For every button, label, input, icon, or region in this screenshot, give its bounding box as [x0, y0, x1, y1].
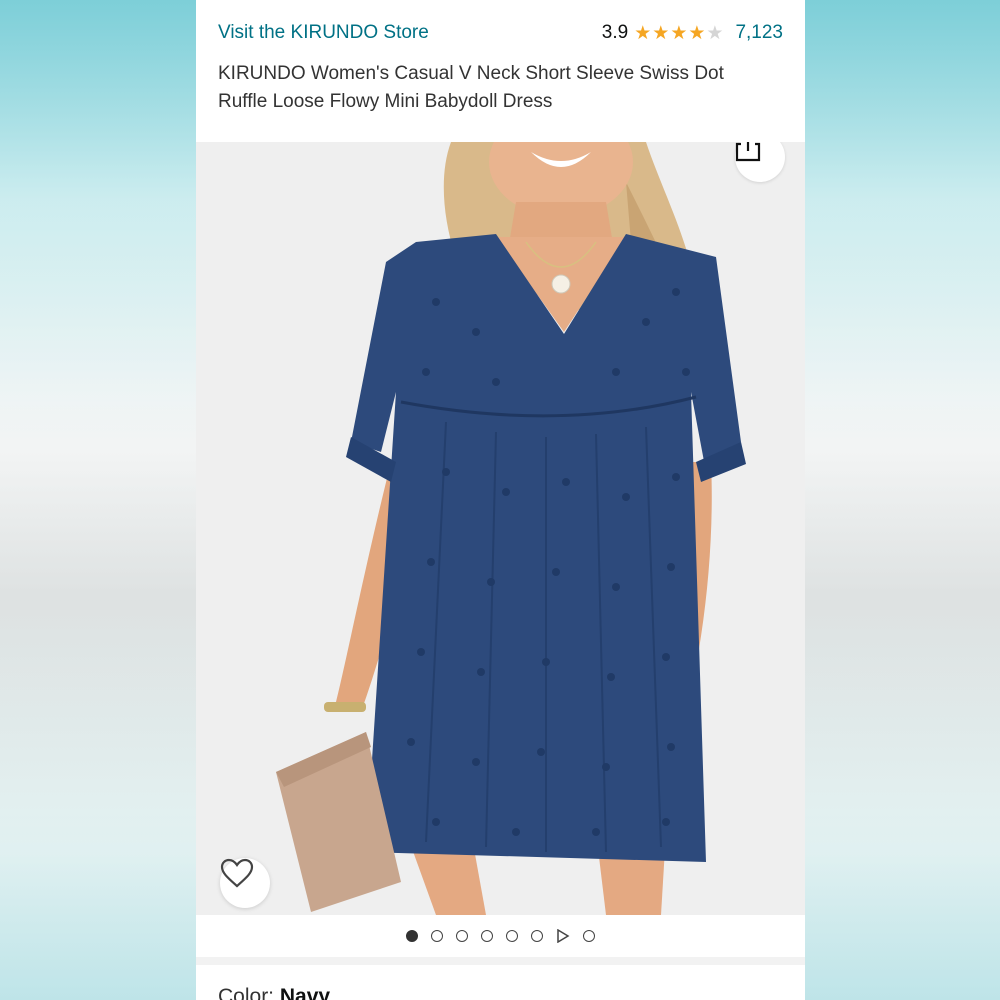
gallery-dot[interactable]	[506, 930, 518, 942]
gallery-dot[interactable]	[481, 930, 493, 942]
star-icon: ★	[652, 22, 670, 44]
color-value: Navy	[279, 985, 331, 1000]
product-image-gallery[interactable]	[196, 142, 805, 915]
gallery-pagination	[196, 915, 805, 957]
background-left	[0, 0, 196, 1000]
gallery-dot-active[interactable]	[406, 930, 418, 942]
gallery-dot[interactable]	[456, 930, 468, 942]
favorite-button[interactable]	[220, 858, 270, 908]
background-right	[804, 0, 1000, 1000]
video-play-icon[interactable]	[556, 929, 570, 943]
product-header: Visit the KIRUNDO Store 3.9 ★ ★ ★ ★ ★ 7,…	[196, 0, 805, 142]
color-label-text: Color:	[218, 985, 280, 1000]
star-icon: ★	[670, 22, 688, 44]
color-label: Color: Navy	[218, 985, 330, 1000]
gallery-dot[interactable]	[431, 930, 443, 942]
share-icon	[735, 142, 761, 162]
store-link[interactable]: Visit the KIRUNDO Store	[218, 22, 429, 44]
rating-value: 3.9	[601, 22, 629, 43]
color-selector[interactable]: Color: Navy	[196, 965, 805, 1000]
star-icon: ★	[688, 22, 706, 44]
rating-summary[interactable]: 3.9 ★ ★ ★ ★ ★ 7,123	[602, 22, 783, 44]
product-title: KIRUNDO Women's Casual V Neck Short Slee…	[218, 63, 724, 112]
star-rating: ★ ★ ★ ★ ★	[634, 24, 723, 43]
product-panel: Visit the KIRUNDO Store 3.9 ★ ★ ★ ★ ★ 7,…	[196, 0, 805, 1000]
review-count-link[interactable]: 7,123	[735, 22, 783, 44]
star-empty-icon: ★	[706, 22, 724, 44]
heart-icon	[220, 858, 254, 888]
product-image	[196, 142, 805, 915]
star-icon: ★	[634, 22, 652, 44]
gallery-dot[interactable]	[531, 930, 543, 942]
gallery-dot[interactable]	[583, 930, 595, 942]
